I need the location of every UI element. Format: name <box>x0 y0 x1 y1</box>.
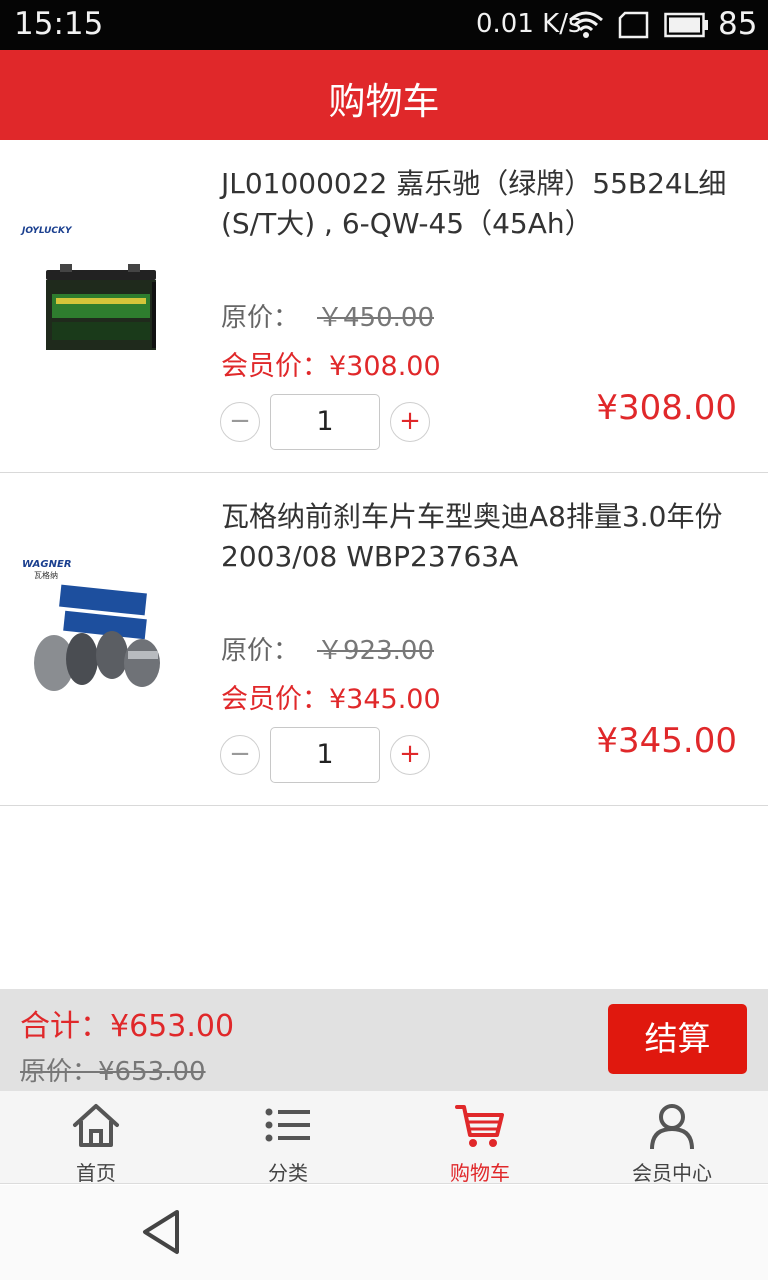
wifi-icon <box>568 10 604 44</box>
original-price-label: 原价： <box>221 303 300 333</box>
cart-original-value: ¥653.00 <box>98 1057 206 1087</box>
nav-item-member-center[interactable]: 会员中心 <box>576 1091 768 1185</box>
car-battery-icon <box>46 264 156 350</box>
nav-item-cart[interactable]: 购物车 <box>384 1091 576 1185</box>
system-nav-bar <box>0 1185 768 1280</box>
original-price: ￥450.00 <box>317 303 434 333</box>
decrease-quantity-button[interactable]: − <box>220 735 260 775</box>
member-price-label: 会员价： <box>221 351 329 382</box>
battery-percent: 85 <box>718 6 758 42</box>
member-price-row: 会员价：¥308.00 <box>221 344 441 383</box>
nav-label: 会员中心 <box>632 1161 712 1185</box>
list-icon <box>265 1108 310 1142</box>
header-bar: 购物车 <box>0 50 768 140</box>
cart-item[interactable]: JOYLUCKY JL01000022 嘉乐驰（绿牌）55B24L细(S/T大)… <box>0 140 768 473</box>
network-speed: 0.01 K/s <box>476 9 582 39</box>
checkout-button[interactable]: 结算 <box>608 1004 747 1074</box>
increase-quantity-button[interactable]: + <box>390 402 430 442</box>
cart-total: 合计：¥653.00 <box>20 1001 234 1045</box>
product-name[interactable]: JL01000022 嘉乐驰（绿牌）55B24L细(S/T大) , 6-QW-4… <box>221 164 749 244</box>
original-price-label: 原价： <box>221 636 300 666</box>
member-price-label: 会员价： <box>221 684 329 715</box>
product-name[interactable]: 瓦格纳前刹车片车型奥迪A8排量3.0年份2003/08 WBP23763A <box>221 497 749 577</box>
cart-original-total: 原价：¥653.00 <box>20 1051 206 1088</box>
bottom-nav: 首页 分类 购物车 会员中心 <box>0 1091 768 1185</box>
increase-quantity-button[interactable]: + <box>390 735 430 775</box>
brand-logo: WAGNER 瓦格纳 <box>22 559 72 580</box>
member-price: ¥345.00 <box>329 684 441 715</box>
member-price-row: 会员价：¥345.00 <box>221 677 441 716</box>
member-price: ¥308.00 <box>329 351 441 382</box>
line-total: ¥308.00 <box>596 388 737 428</box>
cart-summary-bar: 合计：¥653.00 原价：¥653.00 结算 <box>0 989 768 1091</box>
brake-pads-icon <box>34 584 160 691</box>
status-time: 15:15 <box>14 6 104 42</box>
battery-icon <box>664 10 710 44</box>
brand-logo: JOYLUCKY <box>22 226 72 236</box>
cart-total-value: ¥653.00 <box>110 1009 235 1044</box>
cart-original-label: 原价： <box>20 1057 99 1087</box>
sim-icon <box>617 10 651 44</box>
original-price-row: 原价： ￥923.00 <box>221 630 434 667</box>
user-icon <box>650 1104 694 1150</box>
quantity-input[interactable]: 1 <box>270 727 380 783</box>
back-icon[interactable] <box>139 1208 183 1256</box>
original-price-row: 原价： ￥450.00 <box>221 297 434 334</box>
status-bar: 15:15 0.01 K/s 85 <box>0 0 768 50</box>
nav-item-home[interactable]: 首页 <box>0 1091 192 1185</box>
line-total: ¥345.00 <box>596 721 737 761</box>
nav-label: 首页 <box>76 1161 116 1185</box>
quantity-input[interactable]: 1 <box>270 394 380 450</box>
nav-item-category[interactable]: 分类 <box>192 1091 384 1185</box>
cart-item[interactable]: WAGNER 瓦格纳 瓦格纳前刹车片车型奥迪A8排量3.0年份2003/08 W… <box>0 473 768 806</box>
original-price: ￥923.00 <box>317 636 434 666</box>
home-icon <box>73 1104 119 1147</box>
nav-label: 分类 <box>268 1161 308 1185</box>
nav-label: 购物车 <box>450 1161 510 1185</box>
cart-total-label: 合计： <box>20 1009 110 1044</box>
cart-icon <box>455 1105 504 1147</box>
decrease-quantity-button[interactable]: − <box>220 402 260 442</box>
page-title: 购物车 <box>328 80 440 123</box>
